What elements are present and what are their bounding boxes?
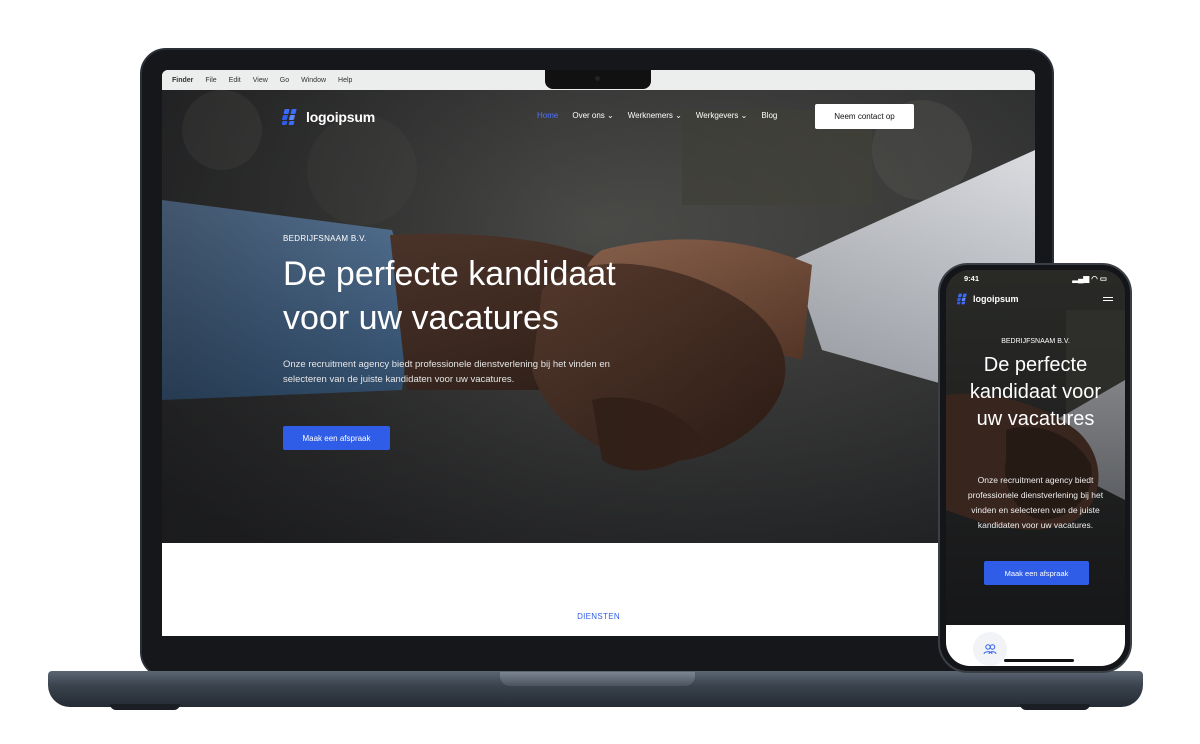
phone-hero-section: 9:41 ▂▄▆ ◠ ▭ logoipsum BEDRIJFSNAAM B.V.… [946,270,1125,625]
phone-logo-text: logoipsum [973,294,1019,304]
hero-eyebrow: BEDRIJFSNAAM B.V. [283,234,367,243]
hero-headline: De perfecte kandidaat voor uw vacatures [283,252,703,340]
nav-werkgevers[interactable]: Werkgevers ⌄ [696,111,747,120]
menubar-file[interactable]: File [205,77,216,84]
menubar-view[interactable]: View [253,77,268,84]
site-logo[interactable]: logoipsum [282,108,375,126]
phone-status-bar: 9:41 ▂▄▆ ◠ ▭ [946,270,1125,286]
nav-home[interactable]: Home [537,111,558,120]
chat-users-glyph [983,644,997,655]
phone-status-icons: ▂▄▆ ◠ ▭ [1072,273,1107,283]
phone-hero-subtext: Onze recruitment agency biedt profession… [967,475,1104,530]
menubar-help[interactable]: Help [338,77,352,84]
phone-screen: 9:41 ▂▄▆ ◠ ▭ logoipsum BEDRIJFSNAAM B.V.… [946,270,1125,666]
camera-notch [545,70,651,89]
menubar-finder[interactable]: Finder [172,77,193,84]
phone-time: 9:41 [964,273,980,283]
nav-werknemers[interactable]: Werknemers ⌄ [628,111,682,120]
logo-text: logoipsum [306,109,375,125]
nav-blog[interactable]: Blog [761,111,777,120]
phone-hero-headline: De perfecte kandidaat voor uw vacatures [969,354,1102,430]
phone-appointment-button[interactable]: Maak een afspraak [984,561,1089,585]
laptop-foot-right [1020,704,1090,710]
services-section: DIENSTEN [162,543,1035,636]
hero-section: logoipsum Home Over ons ⌄ Werknemers ⌄ W… [162,90,1035,543]
hero-headline-line1: De perfecte kandidaat [283,255,616,293]
logo-mark-icon [957,293,967,305]
site-navbar: logoipsum Home Over ons ⌄ Werknemers ⌄ W… [282,104,914,130]
services-label: DIENSTEN [577,612,620,621]
laptop-hinge-notch [500,672,695,686]
phone-home-indicator [1004,659,1074,662]
laptop-foot-left [110,704,180,710]
laptop-screen: Finder File Edit View Go Window Help log… [162,70,1035,636]
nav-links: Home Over ons ⌄ Werknemers ⌄ Werkgevers … [537,111,777,120]
menubar-edit[interactable]: Edit [229,77,241,84]
logo-mark-icon [282,109,297,125]
phone-hero-eyebrow: BEDRIJFSNAAM B.V. [1001,338,1070,345]
menubar-go[interactable]: Go [280,77,289,84]
appointment-button[interactable]: Maak een afspraak [283,426,390,450]
hero-headline-line2: voor uw vacatures [283,299,559,337]
contact-button[interactable]: Neem contact op [815,104,914,129]
menubar-window[interactable]: Window [301,77,326,84]
phone-site-logo[interactable]: logoipsum [957,293,1019,305]
hero-subtext: Onze recruitment agency biedt profession… [283,359,610,385]
hamburger-menu-icon[interactable] [1103,297,1113,303]
chat-users-icon[interactable] [973,632,1007,666]
nav-over-ons[interactable]: Over ons ⌄ [572,111,613,120]
